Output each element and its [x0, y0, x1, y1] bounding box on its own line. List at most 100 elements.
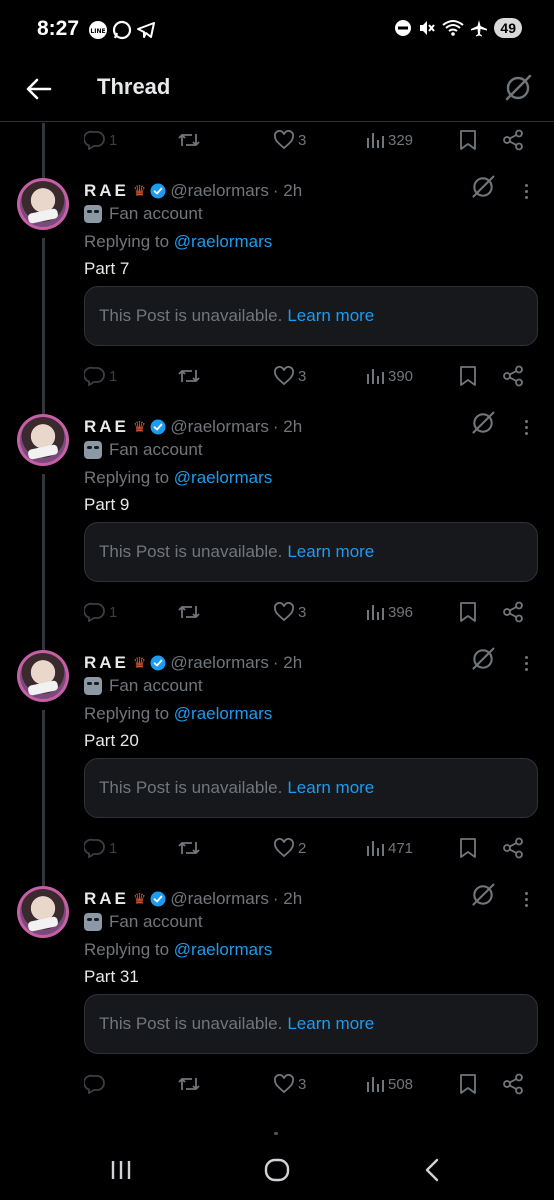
reply-button[interactable]: 1 — [84, 366, 117, 386]
grok-button[interactable] — [470, 410, 496, 441]
display-name[interactable]: RAE — [84, 889, 129, 909]
bookmark-button[interactable] — [459, 365, 477, 387]
display-name[interactable]: RAE — [84, 417, 129, 437]
learn-more-link[interactable]: Learn more — [287, 306, 374, 326]
status-bar: 8:27 LINE 49 — [0, 0, 554, 62]
retweet-icon — [178, 606, 200, 618]
tweet[interactable]: RAE ♛ @raelormars · 2h Fan account Replying t… — [0, 883, 554, 1122]
repost-button[interactable] — [177, 602, 201, 622]
retweet-icon — [178, 842, 200, 854]
avatar[interactable] — [17, 414, 69, 466]
tweet[interactable]: RAE ♛ @raelormars · 2h Fan account Replying t… — [0, 647, 554, 886]
share-button[interactable] — [502, 365, 524, 387]
like-button[interactable]: 2 — [273, 838, 306, 858]
bookmark-button[interactable] — [459, 837, 477, 859]
reply-button[interactable]: 1 — [84, 602, 117, 622]
recents-icon — [111, 1161, 131, 1179]
bookmark-button[interactable] — [459, 601, 477, 623]
share-icon — [503, 129, 523, 151]
tweet[interactable]: RAE ♛ @raelormars · 2h Fan account Replying t… — [0, 411, 554, 650]
heart-icon — [274, 366, 294, 386]
tweet[interactable]: RAE ♛ @raelormars · 2h Fan account Replying t… — [0, 175, 554, 414]
reply-button[interactable]: 1 — [84, 130, 117, 150]
user-handle[interactable]: @raelormars — [170, 889, 269, 909]
mute-icon — [420, 21, 436, 35]
learn-more-link[interactable]: Learn more — [287, 542, 374, 562]
learn-more-link[interactable]: Learn more — [287, 1014, 374, 1034]
like-button[interactable]: 3 — [273, 1074, 306, 1094]
back-button[interactable] — [22, 72, 56, 106]
tweet-text: Part 7 — [84, 259, 130, 278]
grok-button[interactable] — [470, 174, 496, 205]
share-icon — [503, 837, 523, 859]
tweet-text: Part 9 — [84, 495, 130, 514]
system-nav-bar — [0, 1110, 554, 1200]
more-button[interactable] — [519, 414, 533, 440]
mention-link[interactable]: @raelormars — [174, 940, 273, 959]
views-button[interactable]: 390 — [365, 366, 413, 386]
share-button[interactable] — [502, 129, 524, 151]
repost-button[interactable] — [177, 1074, 201, 1094]
bookmark-button[interactable] — [459, 129, 477, 151]
heart-icon — [274, 130, 294, 150]
grok-icon — [472, 411, 495, 434]
more-button[interactable] — [519, 886, 533, 912]
views-button[interactable]: 508 — [365, 1074, 413, 1094]
nav-back-button[interactable] — [410, 1150, 454, 1190]
thread-connector — [42, 474, 45, 650]
repost-button[interactable] — [177, 366, 201, 386]
like-button[interactable]: 3 — [273, 366, 306, 386]
reply-button[interactable] — [84, 1074, 109, 1094]
mention-link[interactable]: @raelormars — [174, 232, 273, 251]
top-app-bar: Thread — [0, 62, 554, 122]
views-button[interactable]: 329 — [365, 130, 413, 150]
more-button[interactable] — [519, 650, 533, 676]
mention-link[interactable]: @raelormars — [174, 704, 273, 723]
mention-link[interactable]: @raelormars — [174, 468, 273, 487]
views-button[interactable]: 471 — [365, 838, 413, 858]
mask-icon — [84, 205, 102, 223]
like-button[interactable]: 3 — [273, 130, 306, 150]
share-button[interactable] — [502, 837, 524, 859]
user-handle[interactable]: @raelormars — [170, 181, 269, 201]
more-icon — [524, 419, 528, 423]
more-icon — [524, 183, 528, 187]
mask-icon — [84, 677, 102, 695]
views-button[interactable]: 396 — [365, 602, 413, 622]
grok-button[interactable] — [470, 646, 496, 677]
fan-account-label: Fan account — [84, 440, 203, 460]
grok-button[interactable] — [500, 70, 536, 106]
like-button[interactable]: 3 — [273, 602, 306, 622]
view-count: 396 — [388, 603, 414, 621]
tweet-header: RAE ♛ @raelormars · 2h — [84, 178, 302, 204]
display-name[interactable]: RAE — [84, 181, 129, 201]
post-time: · 2h — [272, 181, 303, 200]
repost-button[interactable] — [177, 130, 201, 150]
share-button[interactable] — [502, 601, 524, 623]
chevron-left-icon — [425, 1158, 439, 1182]
user-handle[interactable]: @raelormars — [170, 417, 269, 437]
avatar[interactable] — [17, 178, 69, 230]
learn-more-link[interactable]: Learn more — [287, 778, 374, 798]
reply-icon — [84, 1074, 105, 1094]
reply-count: 1 — [109, 603, 118, 621]
status-time: 8:27 — [37, 17, 80, 40]
unavailable-post-card: This Post is unavailable. Learn more — [84, 758, 538, 818]
more-button[interactable] — [519, 178, 533, 204]
reply-button[interactable]: 1 — [84, 838, 117, 858]
avatar[interactable] — [17, 886, 69, 938]
post-time: · 2h — [272, 653, 303, 672]
avatar[interactable] — [17, 650, 69, 702]
grok-button[interactable] — [470, 882, 496, 913]
recent-apps-button[interactable] — [99, 1150, 143, 1190]
home-button[interactable] — [255, 1150, 299, 1190]
display-name[interactable]: RAE — [84, 653, 129, 673]
repost-button[interactable] — [177, 838, 201, 858]
battery-indicator: 49 — [494, 18, 522, 38]
user-handle[interactable]: @raelormars — [170, 653, 269, 673]
view-count: 508 — [388, 1075, 414, 1093]
action-row: 1 3 396 — [84, 597, 538, 627]
unavailable-post-card: This Post is unavailable. Learn more — [84, 522, 538, 582]
bookmark-button[interactable] — [459, 1073, 477, 1095]
share-button[interactable] — [502, 1073, 524, 1095]
